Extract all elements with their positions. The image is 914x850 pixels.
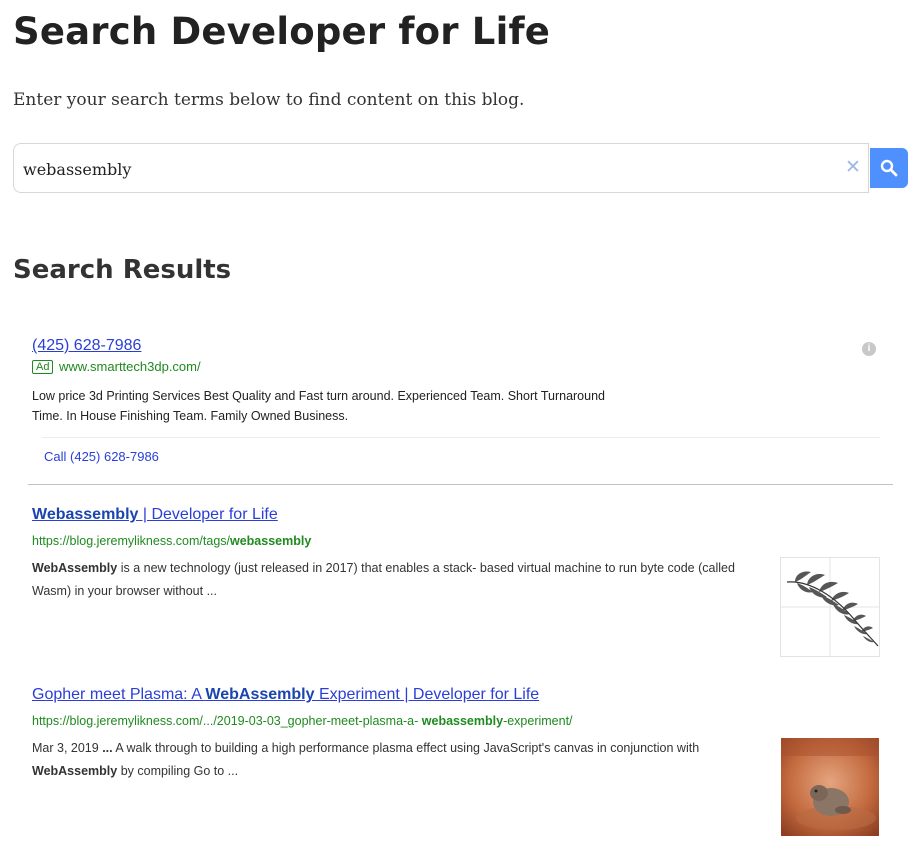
- gopher-photo-thumbnail[interactable]: [781, 738, 879, 836]
- result-snippet-text: A walk through to building a high perfor…: [112, 741, 700, 755]
- search-button[interactable]: [870, 148, 908, 188]
- result-snippet-text: is a new technology (just released in 20…: [32, 561, 735, 598]
- ad-call-link[interactable]: Call (425) 628-7986: [44, 449, 159, 464]
- result-title-rest: Experiment | Developer for Life: [314, 686, 540, 703]
- result-snippet-bold: WebAssembly: [32, 561, 118, 575]
- result-url: https://blog.jeremylikness.com/tags/weba…: [32, 534, 311, 548]
- results-heading: Search Results: [13, 255, 232, 285]
- ad-badge: Ad: [32, 360, 54, 374]
- result-title-bold: WebAssembly: [205, 686, 315, 703]
- ad-url[interactable]: www.smarttech3dp.com/: [59, 359, 201, 374]
- result-title-link[interactable]: Gopher meet Plasma: A WebAssembly Experi…: [32, 686, 539, 704]
- ad-description: Low price 3d Printing Services Best Qual…: [32, 386, 652, 426]
- result-snippet-ellipsis: ...: [102, 741, 113, 755]
- result-title-rest: | Developer for Life: [138, 506, 278, 523]
- result-title-bold: Webassembly: [32, 506, 139, 523]
- fern-image: [781, 558, 879, 656]
- intro-text: Enter your search terms below to find co…: [13, 90, 525, 110]
- close-icon[interactable]: ✕: [844, 156, 862, 178]
- search-input[interactable]: [23, 157, 823, 181]
- ad-description-line1: Low price 3d Printing Services Best Qual…: [32, 389, 605, 403]
- result-url-bold: webassembly: [421, 714, 504, 728]
- ad-title-link[interactable]: (425) 628-7986: [32, 337, 141, 355]
- gopher-image: [781, 738, 879, 836]
- ad-description-line2: Time. In House Finishing Team. Family Ow…: [32, 409, 349, 423]
- fern-fractal-thumbnail[interactable]: [780, 557, 880, 657]
- result-title-prefix: Gopher meet Plasma: A: [32, 686, 206, 703]
- search-icon: [880, 159, 898, 177]
- result-url-bold: webassembly: [230, 534, 312, 548]
- ad-divider: [42, 437, 880, 438]
- result-snippet: Mar 3, 2019 ... A walk through to buildi…: [32, 737, 772, 783]
- result-url-prefix: https://blog.jeremylikness.com/.../2019-…: [32, 714, 422, 728]
- result-url-prefix: https://blog.jeremylikness.com/tags/: [32, 534, 230, 548]
- results-divider: [28, 484, 893, 485]
- result-url: https://blog.jeremylikness.com/.../2019-…: [32, 714, 573, 728]
- search-box: ✕: [13, 143, 869, 193]
- result-snippet-rest: by compiling Go to ...: [117, 764, 239, 778]
- info-icon[interactable]: i: [862, 342, 876, 356]
- result-url-suffix: -experiment/: [503, 714, 573, 728]
- result-snippet-bold: WebAssembly: [32, 764, 118, 778]
- result-snippet: WebAssembly is a new technology (just re…: [32, 557, 772, 603]
- result-title-link[interactable]: Webassembly | Developer for Life: [32, 506, 278, 524]
- result-snippet-date: Mar 3, 2019: [32, 741, 99, 755]
- page-title: Search Developer for Life: [13, 10, 551, 53]
